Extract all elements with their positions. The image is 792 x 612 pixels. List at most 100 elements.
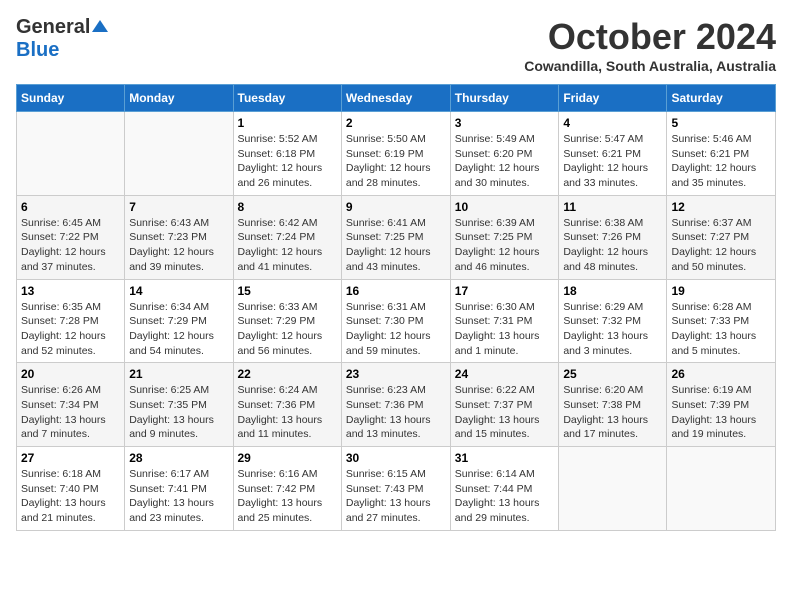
day-number: 13: [21, 284, 120, 298]
table-row: [125, 112, 233, 196]
calendar-table: Sunday Monday Tuesday Wednesday Thursday…: [16, 84, 776, 531]
header-monday: Monday: [125, 85, 233, 112]
logo-general: General: [16, 16, 90, 39]
day-info: Sunrise: 6:43 AMSunset: 7:23 PMDaylight:…: [129, 216, 228, 275]
table-row: 1 Sunrise: 5:52 AMSunset: 6:18 PMDaylight…: [233, 112, 341, 196]
day-number: 31: [455, 451, 555, 465]
day-number: 27: [21, 451, 120, 465]
day-number: 24: [455, 367, 555, 381]
table-row: 8Sunrise: 6:42 AMSunset: 7:24 PMDaylight…: [233, 195, 341, 279]
day-number: 4: [563, 116, 662, 130]
day-info: Sunrise: 6:38 AMSunset: 7:26 PMDaylight:…: [563, 216, 662, 275]
calendar-header-row: Sunday Monday Tuesday Wednesday Thursday…: [17, 85, 776, 112]
table-row: 22Sunrise: 6:24 AMSunset: 7:36 PMDayligh…: [233, 363, 341, 447]
table-row: 6 Sunrise: 6:45 AMSunset: 7:22 PMDaylight…: [17, 195, 125, 279]
day-info: Sunrise: 6:31 AMSunset: 7:30 PMDaylight:…: [346, 300, 446, 359]
day-number: 7: [129, 200, 228, 214]
table-row: 21 Sunrise: 6:25 AMSunset: 7:35 PMDayligh…: [125, 363, 233, 447]
day-info: Sunrise: 6:14 AMSunset: 7:44 PMDaylight:…: [455, 467, 555, 526]
day-number: 29: [238, 451, 337, 465]
day-info: Sunrise: 6:41 AMSunset: 7:25 PMDaylight:…: [346, 216, 446, 275]
day-info: Sunrise: 5:46 AMSunset: 6:21 PMDaylight:…: [671, 132, 771, 191]
day-number: 15: [238, 284, 337, 298]
table-row: 25 Sunrise: 6:20 AMSunset: 7:38 PMDayligh…: [559, 363, 667, 447]
day-info: Sunrise: 6:30 AMSunset: 7:31 PMDaylight:…: [455, 300, 555, 359]
day-info: Sunrise: 6:15 AMSunset: 7:43 PMDaylight:…: [346, 467, 446, 526]
day-number: 5: [671, 116, 771, 130]
day-number: 18: [563, 284, 662, 298]
day-number: 11: [563, 200, 662, 214]
header-thursday: Thursday: [450, 85, 559, 112]
logo-triangle-icon: [92, 18, 108, 39]
day-info: Sunrise: 6:34 AMSunset: 7:29 PMDaylight:…: [129, 300, 228, 359]
table-row: 18 Sunrise: 6:29 AMSunset: 7:32 PMDayligh…: [559, 279, 667, 363]
page-header: General Blue October 2024 Cowandilla, So…: [16, 16, 776, 74]
table-row: 10Sunrise: 6:39 AMSunset: 7:25 PMDayligh…: [450, 195, 559, 279]
day-info: Sunrise: 6:45 AMSunset: 7:22 PMDaylight:…: [21, 216, 120, 275]
location: Cowandilla, South Australia, Australia: [524, 58, 776, 74]
day-number: 21: [129, 367, 228, 381]
day-info: Sunrise: 5:49 AMSunset: 6:20 PMDaylight:…: [455, 132, 555, 191]
table-row: 3 Sunrise: 5:49 AMSunset: 6:20 PMDaylight…: [450, 112, 559, 196]
day-number: 1: [238, 116, 337, 130]
table-row: [17, 112, 125, 196]
day-info: Sunrise: 6:28 AMSunset: 7:33 PMDaylight:…: [671, 300, 771, 359]
table-row: 24Sunrise: 6:22 AMSunset: 7:37 PMDayligh…: [450, 363, 559, 447]
header-sunday: Sunday: [17, 85, 125, 112]
day-info: Sunrise: 6:19 AMSunset: 7:39 PMDaylight:…: [671, 383, 771, 442]
table-row: 13 Sunrise: 6:35 AMSunset: 7:28 PMDayligh…: [17, 279, 125, 363]
day-info: Sunrise: 6:16 AMSunset: 7:42 PMDaylight:…: [238, 467, 337, 526]
day-number: 26: [671, 367, 771, 381]
table-row: 29 Sunrise: 6:16 AMSunset: 7:42 PMDayligh…: [233, 447, 341, 531]
day-number: 3: [455, 116, 555, 130]
day-number: 6: [21, 200, 120, 214]
header-friday: Friday: [559, 85, 667, 112]
day-number: 14: [129, 284, 228, 298]
table-row: 11 Sunrise: 6:38 AMSunset: 7:26 PMDayligh…: [559, 195, 667, 279]
day-info: Sunrise: 6:18 AMSunset: 7:40 PMDaylight:…: [21, 467, 120, 526]
table-row: 5 Sunrise: 5:46 AMSunset: 6:21 PMDaylight…: [667, 112, 776, 196]
month-title: October 2024: [524, 16, 776, 58]
table-row: 30 Sunrise: 6:15 AMSunset: 7:43 PMDayligh…: [341, 447, 450, 531]
header-tuesday: Tuesday: [233, 85, 341, 112]
calendar-week-row: 20 Sunrise: 6:26 AMSunset: 7:34 PMDayligh…: [17, 363, 776, 447]
day-number: 20: [21, 367, 120, 381]
day-info: Sunrise: 6:35 AMSunset: 7:28 PMDaylight:…: [21, 300, 120, 359]
day-info: Sunrise: 6:42 AMSunset: 7:24 PMDaylight:…: [238, 216, 337, 275]
table-row: 19Sunrise: 6:28 AMSunset: 7:33 PMDayligh…: [667, 279, 776, 363]
table-row: 16 Sunrise: 6:31 AMSunset: 7:30 PMDayligh…: [341, 279, 450, 363]
table-row: 9 Sunrise: 6:41 AMSunset: 7:25 PMDaylight…: [341, 195, 450, 279]
day-info: Sunrise: 6:37 AMSunset: 7:27 PMDaylight:…: [671, 216, 771, 275]
day-info: Sunrise: 6:33 AMSunset: 7:29 PMDaylight:…: [238, 300, 337, 359]
day-number: 2: [346, 116, 446, 130]
table-row: [667, 447, 776, 531]
day-number: 25: [563, 367, 662, 381]
day-info: Sunrise: 6:39 AMSunset: 7:25 PMDaylight:…: [455, 216, 555, 275]
day-info: Sunrise: 6:26 AMSunset: 7:34 PMDaylight:…: [21, 383, 120, 442]
table-row: 28Sunrise: 6:17 AMSunset: 7:41 PMDayligh…: [125, 447, 233, 531]
table-row: [559, 447, 667, 531]
table-row: 26 Sunrise: 6:19 AMSunset: 7:39 PMDayligh…: [667, 363, 776, 447]
logo: General Blue: [16, 16, 108, 62]
day-info: Sunrise: 6:24 AMSunset: 7:36 PMDaylight:…: [238, 383, 337, 442]
table-row: 20 Sunrise: 6:26 AMSunset: 7:34 PMDayligh…: [17, 363, 125, 447]
day-info: Sunrise: 6:25 AMSunset: 7:35 PMDaylight:…: [129, 383, 228, 442]
table-row: 27 Sunrise: 6:18 AMSunset: 7:40 PMDayligh…: [17, 447, 125, 531]
calendar-week-row: 6 Sunrise: 6:45 AMSunset: 7:22 PMDaylight…: [17, 195, 776, 279]
day-number: 16: [346, 284, 446, 298]
table-row: 4 Sunrise: 5:47 AMSunset: 6:21 PMDaylight…: [559, 112, 667, 196]
day-info: Sunrise: 6:20 AMSunset: 7:38 PMDaylight:…: [563, 383, 662, 442]
table-row: 14 Sunrise: 6:34 AMSunset: 7:29 PMDayligh…: [125, 279, 233, 363]
calendar-week-row: 13 Sunrise: 6:35 AMSunset: 7:28 PMDayligh…: [17, 279, 776, 363]
day-number: 12: [671, 200, 771, 214]
day-info: Sunrise: 5:52 AMSunset: 6:18 PMDaylight:…: [238, 132, 337, 191]
table-row: 17Sunrise: 6:30 AMSunset: 7:31 PMDayligh…: [450, 279, 559, 363]
day-info: Sunrise: 6:29 AMSunset: 7:32 PMDaylight:…: [563, 300, 662, 359]
day-info: Sunrise: 5:50 AMSunset: 6:19 PMDaylight:…: [346, 132, 446, 191]
day-number: 28: [129, 451, 228, 465]
day-info: Sunrise: 5:47 AMSunset: 6:21 PMDaylight:…: [563, 132, 662, 191]
logo-blue: Blue: [16, 39, 59, 61]
title-area: October 2024 Cowandilla, South Australia…: [524, 16, 776, 74]
day-number: 9: [346, 200, 446, 214]
day-number: 30: [346, 451, 446, 465]
